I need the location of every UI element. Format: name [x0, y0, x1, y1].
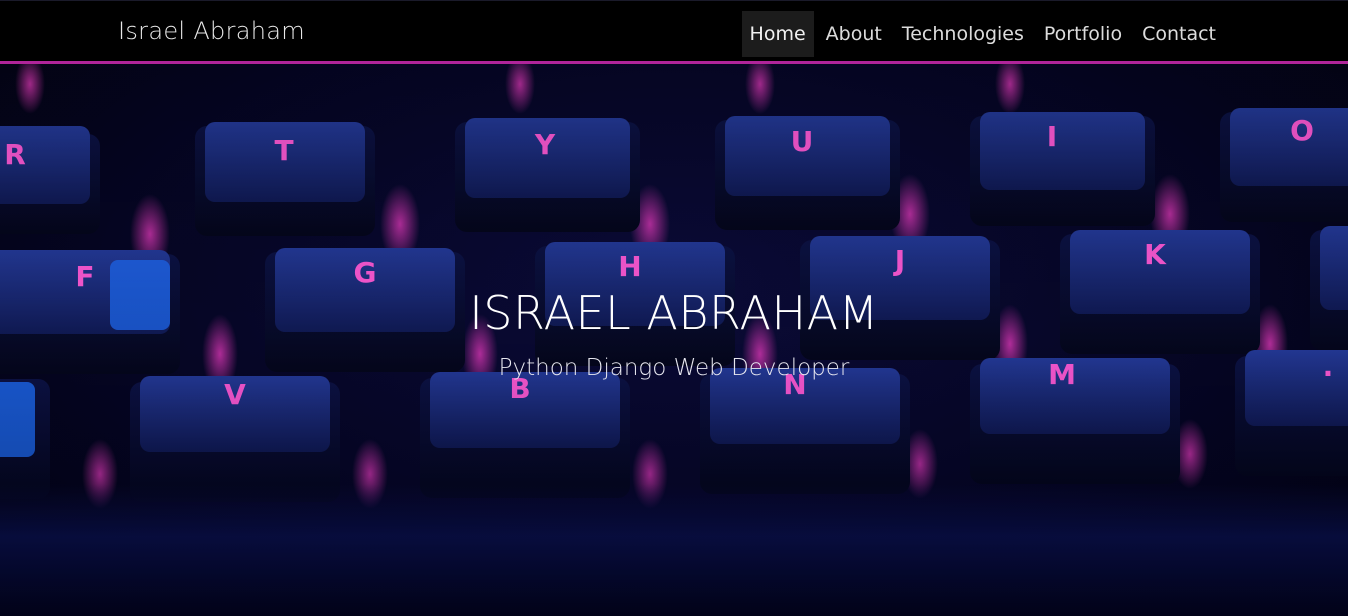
hero-overlay: [0, 64, 1348, 616]
nav-link-home[interactable]: Home: [741, 11, 814, 57]
brand-link[interactable]: Israel Abraham: [118, 17, 305, 45]
hero-subtitle: Python Django Web Developer: [498, 355, 850, 381]
hero-title: ISRAEL ABRAHAM: [469, 286, 879, 340]
nav-link-about[interactable]: About: [818, 11, 890, 57]
nav-link-technologies[interactable]: Technologies: [894, 11, 1032, 57]
nav-menu: Home About Technologies Portfolio Contac…: [741, 11, 1224, 57]
nav-link-portfolio[interactable]: Portfolio: [1036, 11, 1130, 57]
hero-section: R T Y U I O F G H J K V B N M . ISRAEL A…: [0, 64, 1348, 616]
navbar: Israel Abraham Home About Technologies P…: [0, 0, 1348, 64]
nav-link-contact[interactable]: Contact: [1134, 11, 1224, 57]
